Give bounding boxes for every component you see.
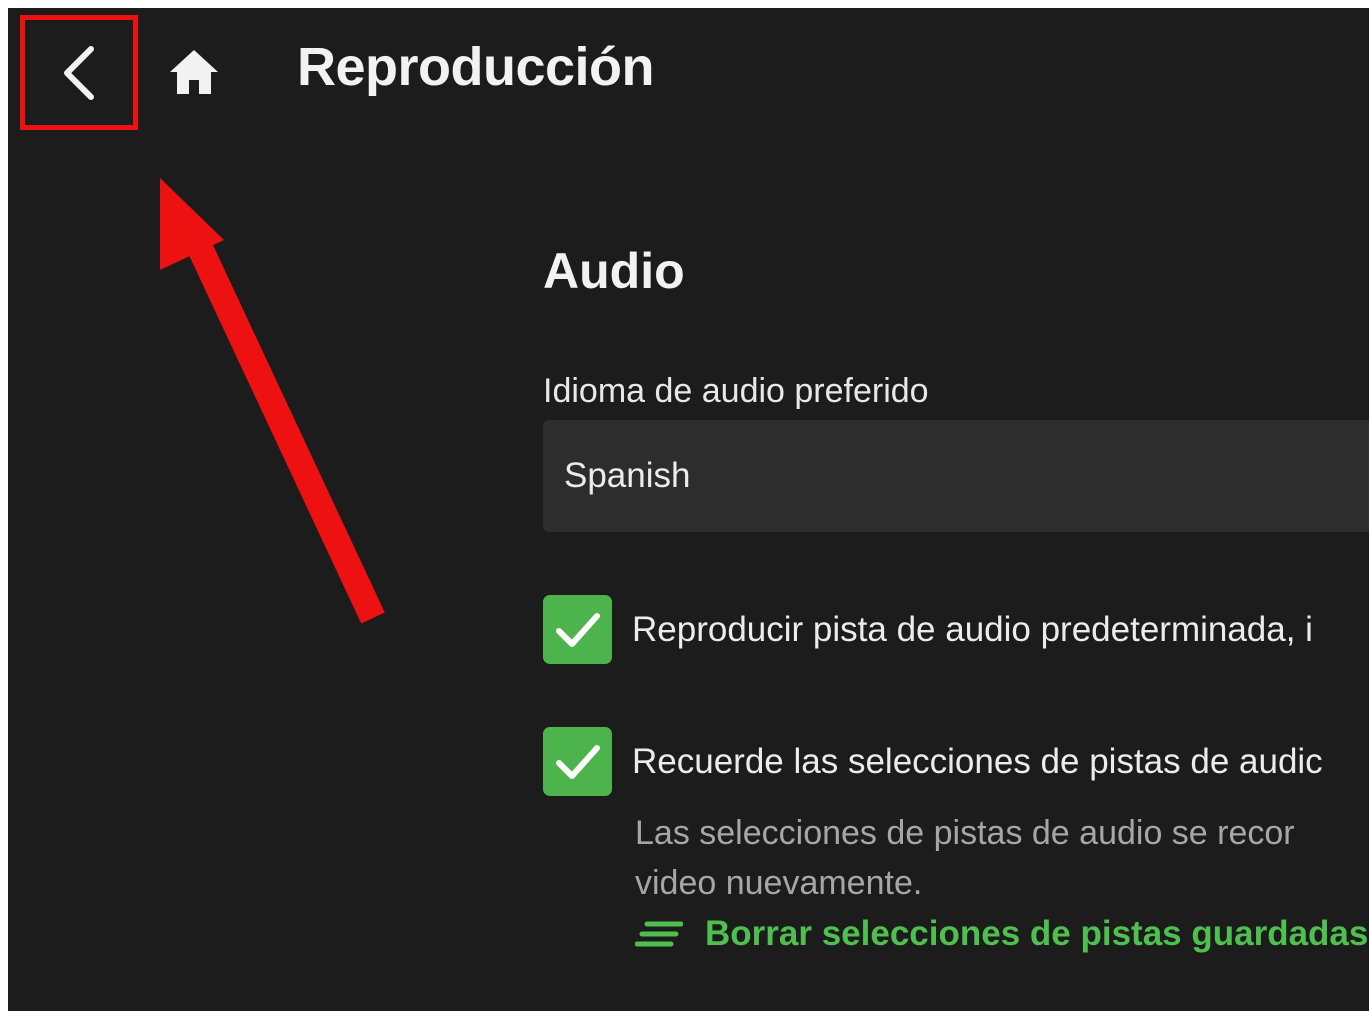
remember-selection-label: Recuerde las selecciones de pistas de au…: [632, 741, 1323, 781]
clear-saved-selections-label: Borrar selecciones de pistas guardadas: [705, 914, 1369, 953]
header-bar: Reproducción: [8, 8, 1369, 138]
home-icon: [170, 50, 218, 94]
help-text-line: Las selecciones de pistas de audio se re…: [635, 814, 1295, 852]
checkmark-icon: [555, 612, 600, 647]
remember-selection-checkbox[interactable]: [543, 727, 612, 796]
section-title-audio: Audio: [543, 243, 685, 299]
clear-list-icon: [635, 921, 683, 947]
back-button[interactable]: [20, 15, 138, 130]
preferred-language-value: Spanish: [564, 456, 691, 495]
app-window: Reproducción Audio Idioma de audio prefe…: [8, 8, 1369, 1011]
default-track-label: Reproducir pista de audio predeterminada…: [632, 609, 1313, 649]
remember-selection-help: Las selecciones de pistas de audio se re…: [635, 808, 1369, 908]
remember-selection-option[interactable]: Recuerde las selecciones de pistas de au…: [543, 727, 1323, 796]
home-button[interactable]: [164, 44, 224, 100]
preferred-language-label: Idioma de audio preferido: [543, 372, 929, 410]
checkmark-icon: [555, 744, 600, 779]
default-track-checkbox[interactable]: [543, 595, 612, 664]
default-track-option[interactable]: Reproducir pista de audio predeterminada…: [543, 595, 1313, 664]
help-text-line: video nuevamente.: [635, 864, 923, 902]
page-title: Reproducción: [297, 37, 655, 97]
preferred-language-select[interactable]: Spanish: [543, 420, 1369, 532]
chevron-left-icon: [64, 45, 94, 100]
clear-saved-selections-link[interactable]: Borrar selecciones de pistas guardadas: [635, 914, 1368, 954]
